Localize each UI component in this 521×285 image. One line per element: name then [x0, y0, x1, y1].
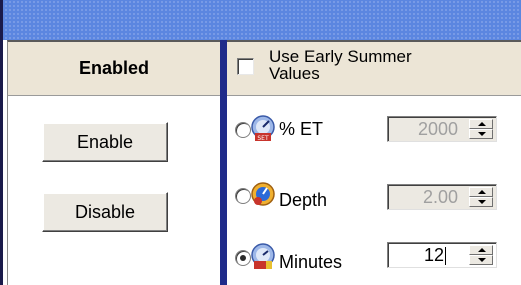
enabled-body: Enable Disable — [7, 96, 220, 285]
spin-up-icon — [478, 248, 486, 252]
minutes-spinbox[interactable]: 12 — [387, 242, 497, 268]
early-summer-label-line2: Values — [269, 64, 320, 83]
early-summer-label-line1: Use Early Summer — [269, 47, 412, 66]
column-divider[interactable] — [220, 40, 227, 285]
depth-label: Depth — [279, 190, 328, 210]
disable-button[interactable]: Disable — [42, 192, 168, 232]
early-summer-label[interactable]: Use Early Summer Values — [269, 48, 509, 82]
et-gauge-icon: SET — [251, 115, 275, 142]
et-value: 2000 — [417, 119, 458, 139]
minutes-spin-up[interactable] — [469, 245, 493, 255]
spin-up-icon — [478, 122, 486, 126]
option-row-et: SET % ET 2000 — [227, 112, 521, 156]
depth-gauge-icon — [251, 182, 275, 206]
enabled-header: Enabled — [7, 40, 220, 96]
minutes-gauge-icon — [251, 243, 275, 269]
early-summer-checkbox[interactable] — [237, 58, 254, 75]
minutes-spin-buttons — [469, 245, 493, 265]
et-spin-buttons — [469, 119, 493, 139]
spin-up-icon — [478, 190, 486, 194]
depth-value: 2.00 — [422, 187, 458, 207]
text-caret — [445, 247, 446, 265]
option-row-minutes: Minutes 12 — [227, 240, 521, 284]
spin-down-icon — [478, 258, 486, 262]
et-label: % ET — [279, 119, 324, 139]
spin-down-icon — [478, 132, 486, 136]
settings-panel: Use Early Summer Values SET % ET 2000 De… — [227, 40, 521, 285]
settings-header: Use Early Summer Values — [227, 40, 521, 96]
spin-down-icon — [478, 200, 486, 204]
enabled-panel: Enabled Enable Disable — [7, 40, 220, 285]
depth-spinbox[interactable]: 2.00 — [387, 184, 497, 210]
window-border — [0, 0, 3, 285]
et-spin-up[interactable] — [469, 119, 493, 129]
minutes-label: Minutes — [279, 252, 343, 272]
enable-button[interactable]: Enable — [42, 122, 168, 162]
et-spin-down[interactable] — [469, 129, 493, 139]
depth-spin-up[interactable] — [469, 187, 493, 197]
depth-spin-down[interactable] — [469, 197, 493, 207]
minutes-spin-down[interactable] — [469, 255, 493, 265]
depth-spin-buttons — [469, 187, 493, 207]
et-spinbox[interactable]: 2000 — [387, 116, 497, 142]
svg-text:SET: SET — [257, 135, 269, 142]
title-bar — [0, 0, 521, 40]
option-row-depth: Depth 2.00 — [227, 178, 521, 222]
radio-selected-dot — [240, 255, 246, 261]
app-frame: Enabled Enable Disable Use Early Summer … — [0, 0, 521, 285]
